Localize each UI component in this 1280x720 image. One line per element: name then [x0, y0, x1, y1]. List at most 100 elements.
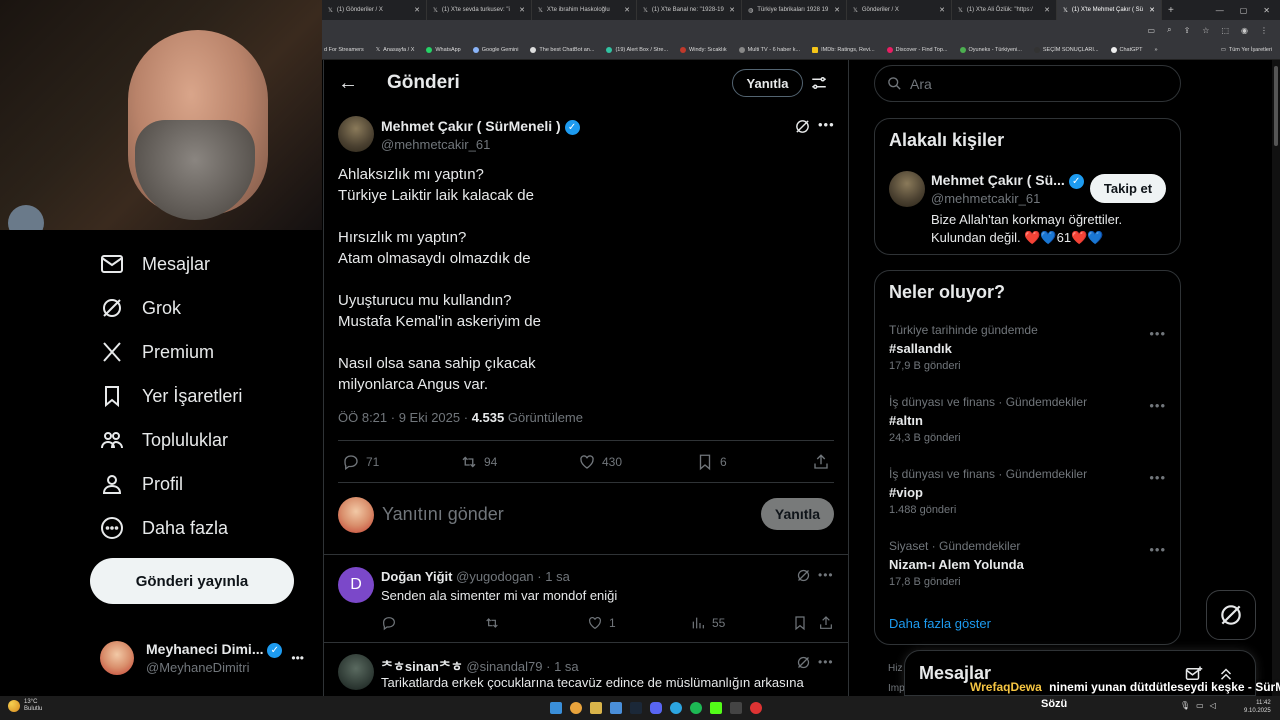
sidebar-item-profile[interactable]: Profil [100, 472, 183, 496]
reply-header-button[interactable]: Yanıtla [732, 69, 803, 97]
sidebar-item-more[interactable]: Daha fazla [100, 516, 228, 540]
reply-views-action[interactable]: 55 [690, 615, 725, 631]
mic-icon[interactable]: 🎙 [1180, 701, 1190, 710]
search-input[interactable]: Ara [910, 76, 932, 92]
browser-tab-active[interactable]: 𝕏 (1) X'te Mehmet Çakır ( Sü ✕ [1057, 0, 1162, 20]
close-window-icon[interactable]: ✕ [1263, 6, 1270, 15]
trend-item[interactable]: Türkiye tarihinde gündemde #sallandık 17… [889, 323, 1169, 372]
follow-button[interactable]: Takip et [1090, 174, 1166, 203]
reply-author-handle[interactable]: @yugodogan [456, 569, 534, 584]
grok-floating-button[interactable] [1206, 590, 1256, 640]
close-tab-icon[interactable]: ✕ [1044, 6, 1050, 14]
footer-link[interactable]: Hiz [888, 663, 902, 674]
related-handle[interactable]: @mehmetcakir_61 [931, 191, 1040, 206]
back-arrow-icon[interactable]: ← [338, 72, 358, 95]
star-icon[interactable]: ☆ [1202, 26, 1209, 35]
sidebar-item-messages[interactable]: Mesajlar [100, 252, 210, 276]
trend-item[interactable]: İş dünyası ve finans · Gündemdekiler #vi… [889, 467, 1169, 516]
reply-more-icon[interactable]: ••• [818, 568, 834, 582]
grok-icon[interactable] [794, 118, 811, 135]
reply-avatar[interactable]: D [338, 567, 374, 603]
bookmark-item[interactable]: Windy: Sıcaklık [680, 46, 727, 53]
bookmarks-more[interactable]: » [1154, 47, 1157, 53]
post-button[interactable]: Gönderi yayınla [90, 558, 294, 604]
reply-share-action[interactable] [818, 615, 834, 631]
reply-more-icon[interactable]: ••• [818, 655, 834, 669]
browser-tab[interactable]: 𝕏 X'te ibrahim Haskoloğlu ✕ [532, 0, 637, 20]
bookmark-item[interactable]: The best ChatBot an... [530, 46, 594, 53]
filter-icon[interactable] [810, 74, 828, 92]
trend-item[interactable]: İş dünyası ve finans · Gündemdekiler #al… [889, 395, 1169, 444]
network-icon[interactable]: ▭ [1196, 701, 1204, 710]
search-bar[interactable]: Ara [874, 65, 1181, 102]
trend-more-icon[interactable]: ••• [1149, 470, 1166, 485]
like-action[interactable]: 430 [578, 453, 622, 471]
reply-time[interactable]: · 1 sa [537, 569, 570, 584]
close-tab-icon[interactable]: ✕ [729, 6, 735, 14]
grok-icon[interactable] [796, 655, 811, 670]
all-bookmarks[interactable]: ▭ Tüm Yer İşaretleri [1221, 47, 1280, 53]
close-tab-icon[interactable]: ✕ [939, 6, 945, 14]
browser-tab[interactable]: ◍ Türkiye fabrikaları 1928 19 ✕ [742, 0, 847, 20]
footer-link[interactable]: Imp [888, 683, 905, 694]
reply-repost-action[interactable] [484, 615, 506, 631]
browser-tab[interactable]: 𝕏 (1) Gönderiler / X ✕ [322, 0, 427, 20]
steam-icon[interactable] [630, 702, 642, 714]
scrollbar-thumb[interactable] [1274, 66, 1278, 146]
post-more-icon[interactable]: ••• [818, 117, 835, 132]
minimize-icon[interactable]: — [1216, 6, 1224, 15]
weather-widget[interactable]: 13°C Bulutlu [8, 699, 42, 713]
settings-icon[interactable] [730, 702, 742, 714]
bookmark-item[interactable]: IMDb: Ratings, Revi... [812, 46, 875, 53]
bookmark-item[interactable]: (19) Alert Box / Stre... [606, 46, 668, 53]
share-icon[interactable]: ⇪ [1184, 26, 1191, 35]
reply-avatar[interactable] [338, 654, 374, 690]
trend-more-icon[interactable]: ••• [1149, 542, 1166, 557]
post-timestamp[interactable]: ÖÖ 8:21 · 9 Eki 2025 · [338, 410, 472, 425]
media-app-icon[interactable] [750, 702, 762, 714]
maximize-icon[interactable]: ▢ [1240, 6, 1248, 15]
sidebar-item-premium[interactable]: Premium [100, 340, 214, 364]
page-scrollbar[interactable] [1272, 60, 1280, 696]
post-author[interactable]: Mehmet Çakır ( SürMeneli ) ✓ [381, 118, 580, 135]
share-action[interactable] [812, 453, 830, 471]
reply-author-name[interactable]: Doğan Yiğit [381, 569, 453, 584]
browser-tab[interactable]: 𝕏 (1) X'te sevda turkusev: "i ✕ [427, 0, 532, 20]
spotify-icon[interactable] [690, 702, 702, 714]
bookmark-item[interactable]: SEÇİM SONUÇLARI... [1033, 46, 1099, 53]
chrome-icon[interactable] [570, 702, 582, 714]
cast-icon[interactable]: ▭ [1148, 26, 1156, 35]
bookmark-action[interactable]: 6 [696, 453, 727, 471]
account-more-icon[interactable]: ••• [291, 651, 304, 665]
sidebar-item-grok[interactable]: Grok [100, 296, 181, 320]
new-tab-icon[interactable]: + [1168, 5, 1174, 16]
telegram-icon[interactable] [670, 702, 682, 714]
bookmark-item[interactable]: Google Gemini [472, 46, 518, 53]
grok-icon[interactable] [796, 568, 811, 583]
reply-like-action[interactable]: 1 [587, 615, 616, 631]
account-switcher[interactable]: Meyhaneci Dimi... ✓ @MeyhaneDimitri ••• [100, 636, 322, 680]
zoom-icon[interactable]: ⌕ [1167, 25, 1171, 35]
windows-start-icon[interactable] [550, 702, 562, 714]
close-tab-icon[interactable]: ✕ [414, 6, 420, 14]
reply-input[interactable]: Yanıtını gönder [382, 504, 504, 525]
trend-more-icon[interactable]: ••• [1149, 398, 1166, 413]
browser-tab[interactable]: 𝕏 (1) X'te Banal ne: "1928-19 ✕ [637, 0, 742, 20]
related-avatar[interactable] [889, 171, 925, 207]
bookmark-item[interactable]: Oyuneks - Türkiyeni... [959, 46, 1022, 53]
reply-author-name[interactable]: ᄎㅎsinanᄎㅎ [381, 659, 463, 674]
reply-bookmark-action[interactable] [792, 615, 808, 631]
file-explorer-icon[interactable] [590, 702, 602, 714]
close-tab-icon[interactable]: ✕ [519, 6, 525, 14]
volume-icon[interactable]: ◁ [1210, 701, 1216, 710]
reply-reply-action[interactable] [381, 615, 403, 631]
kick-icon[interactable] [710, 702, 722, 714]
bookmark-item[interactable]: Discover - Find Top... [886, 46, 948, 53]
bookmark-item[interactable]: ChatGPT [1110, 46, 1142, 53]
sidebar-item-bookmarks[interactable]: Yer İşaretleri [100, 384, 242, 408]
reply-author-handle[interactable]: @sinandal79 [466, 659, 542, 674]
store-icon[interactable] [610, 702, 622, 714]
reply-time[interactable]: · 1 sa [546, 659, 579, 674]
post-author-avatar[interactable] [338, 116, 374, 152]
extensions-icon[interactable]: ⬚ [1221, 26, 1229, 35]
